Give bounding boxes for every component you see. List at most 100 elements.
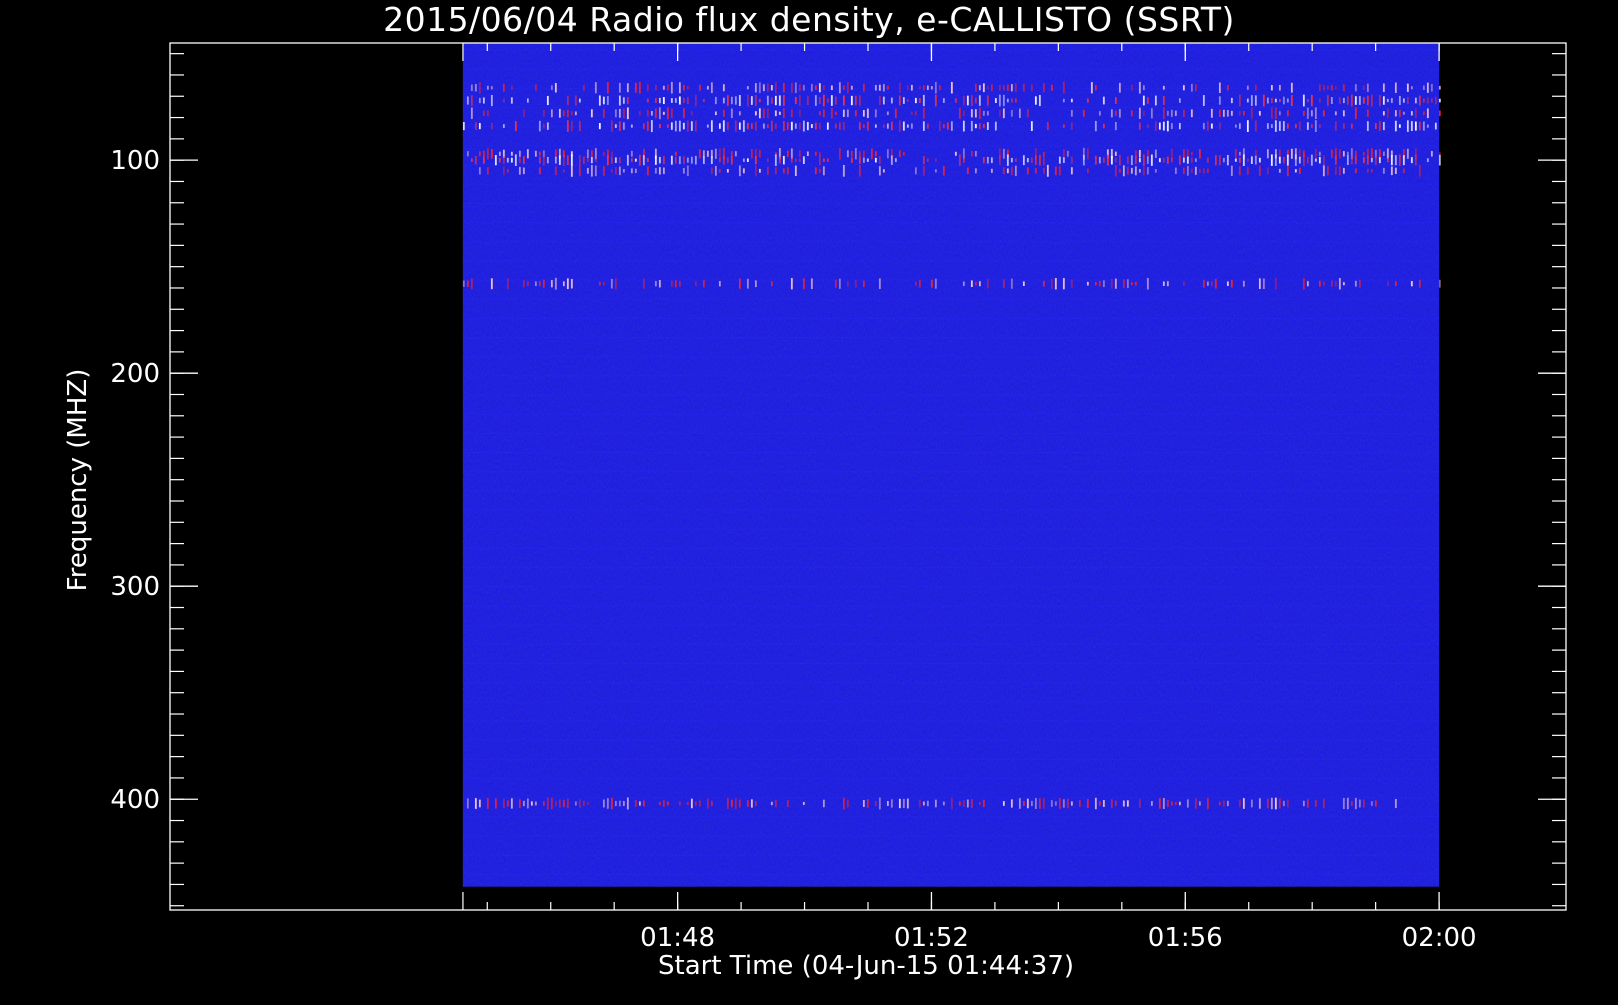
- interference-mark: [1194, 158, 1197, 162]
- interference-mark: [1202, 279, 1205, 288]
- interference-mark: [542, 109, 545, 117]
- interference-mark: [566, 155, 569, 166]
- interference-mark: [1354, 797, 1357, 810]
- interference-mark: [594, 157, 597, 163]
- interference-mark: [1122, 165, 1125, 177]
- interference-mark: [1238, 166, 1241, 176]
- interference-mark: [890, 799, 893, 808]
- interference-mark: [782, 95, 785, 106]
- interference-mark: [1322, 165, 1325, 177]
- interference-mark: [1006, 98, 1009, 103]
- interference-mark: [626, 107, 629, 120]
- interference-mark: [822, 166, 825, 176]
- interference-mark: [850, 95, 853, 106]
- interference-mark: [1394, 110, 1397, 117]
- y-tick-label: 400: [110, 785, 160, 815]
- interference-mark: [810, 124, 813, 129]
- interference-mark: [782, 155, 785, 165]
- interference-mark: [742, 168, 745, 174]
- interference-mark: [926, 158, 929, 162]
- interference-mark: [966, 167, 969, 175]
- interference-mark: [1170, 148, 1173, 160]
- interference-mark: [766, 158, 769, 163]
- interference-mark: [1322, 798, 1325, 809]
- interference-mark: [862, 280, 865, 287]
- interference-mark: [518, 157, 521, 164]
- interference-mark: [1114, 121, 1117, 131]
- interference-mark: [878, 95, 881, 106]
- interference-mark: [770, 281, 773, 287]
- interference-mark: [774, 110, 777, 117]
- interference-mark: [1130, 155, 1133, 166]
- interference-mark: [802, 278, 805, 290]
- interference-mark: [1042, 798, 1045, 809]
- interference-mark: [866, 108, 869, 119]
- interference-mark: [1246, 85, 1249, 90]
- interference-mark: [602, 151, 605, 156]
- interference-mark: [1190, 157, 1193, 164]
- interference-mark: [1382, 122, 1385, 131]
- interference-mark: [802, 84, 805, 91]
- interference-mark: [594, 165, 597, 177]
- interference-mark: [1250, 156, 1253, 164]
- interference-mark: [1086, 281, 1089, 286]
- interference-mark: [1410, 281, 1413, 287]
- interference-mark: [1142, 95, 1145, 106]
- interference-mark: [570, 164, 573, 177]
- interference-mark: [774, 167, 777, 175]
- interference-mark: [1418, 95, 1421, 106]
- interference-mark: [1114, 800, 1117, 807]
- interference-mark: [1002, 279, 1005, 289]
- interference-mark: [818, 83, 821, 93]
- interference-mark: [1134, 166, 1137, 176]
- interference-mark: [518, 166, 521, 175]
- interference-mark: [838, 122, 841, 130]
- interference-mark: [1362, 151, 1365, 156]
- interference-mark: [1370, 94, 1373, 107]
- interference-mark: [842, 797, 845, 810]
- interference-mark: [942, 166, 945, 176]
- interference-mark: [1318, 151, 1321, 156]
- interference-mark: [1082, 109, 1085, 117]
- heatmap-streak: [462, 835, 1440, 837]
- interference-mark: [1126, 156, 1129, 164]
- interference-mark: [1394, 281, 1397, 287]
- interference-mark: [1286, 165, 1289, 177]
- interference-mark: [834, 123, 837, 129]
- interference-mark: [1146, 97, 1149, 104]
- interference-mark: [1266, 167, 1269, 175]
- interference-mark: [466, 280, 469, 287]
- interference-mark: [862, 157, 865, 163]
- interference-mark: [1182, 85, 1185, 91]
- interference-mark: [874, 84, 877, 91]
- interference-mark: [602, 165, 605, 176]
- interference-mark: [1382, 83, 1385, 92]
- interference-mark: [486, 85, 489, 90]
- interference-mark: [982, 123, 985, 129]
- interference-mark: [1378, 149, 1381, 159]
- interference-mark: [658, 97, 661, 104]
- interference-mark: [574, 95, 577, 106]
- interference-mark: [1050, 800, 1053, 807]
- interference-mark: [606, 96, 609, 105]
- interference-mark: [1062, 81, 1065, 94]
- interference-mark: [1334, 155, 1337, 165]
- interference-mark: [1006, 168, 1009, 174]
- interference-mark: [1102, 123, 1105, 129]
- interference-mark: [1094, 797, 1097, 810]
- interference-mark: [566, 120, 569, 132]
- interference-mark: [670, 98, 673, 103]
- heatmap-streak: [462, 68, 1440, 70]
- interference-mark: [1418, 279, 1421, 288]
- interference-mark: [1002, 148, 1005, 159]
- interference-mark: [1230, 165, 1233, 176]
- interference-mark: [1314, 800, 1317, 807]
- interference-mark: [1282, 96, 1285, 105]
- interference-mark: [1378, 95, 1381, 106]
- interference-mark: [674, 120, 677, 132]
- interference-mark: [690, 111, 693, 116]
- interference-mark: [1314, 107, 1317, 120]
- interference-mark: [1062, 98, 1065, 103]
- interference-mark: [862, 83, 865, 92]
- heatmap-streak: [462, 279, 1440, 281]
